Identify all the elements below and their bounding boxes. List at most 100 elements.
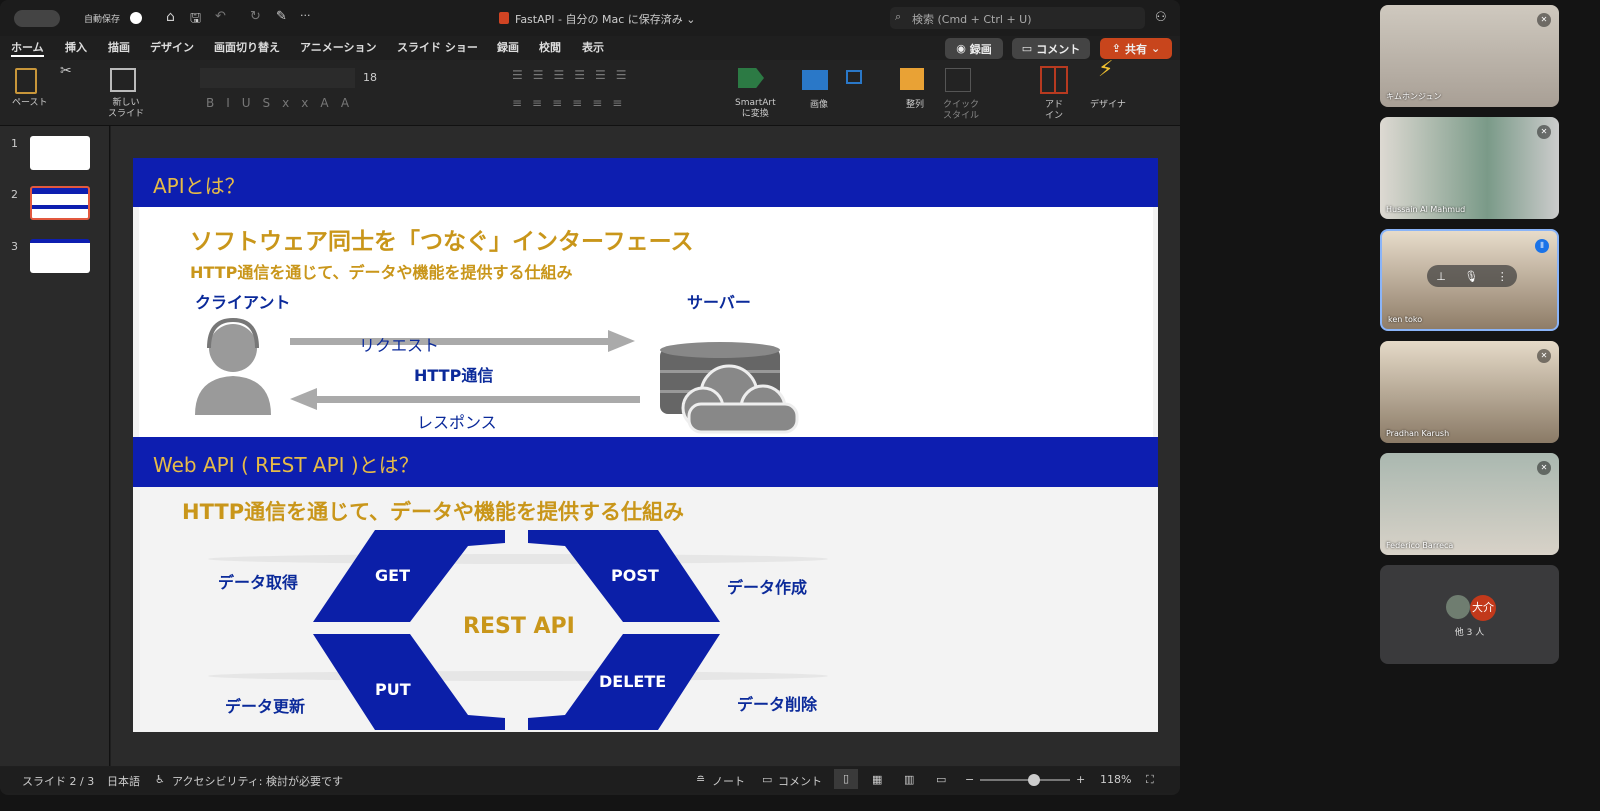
accessibility-icon: ♿ xyxy=(155,773,165,786)
response-label: レスポンス xyxy=(417,413,497,432)
tab-slideshow[interactable]: スライド ショー xyxy=(397,39,478,55)
people-icon[interactable]: ⚇ xyxy=(1155,10,1167,25)
save-icon[interactable]: 🖫 xyxy=(190,9,201,31)
get-description: データ取得 xyxy=(218,573,299,592)
slideshow-button[interactable]: ▭ xyxy=(936,773,946,786)
mic-icon[interactable]: 🎙 xyxy=(1464,270,1478,283)
arrange-label: 整列 xyxy=(906,100,925,110)
normal-view-button[interactable]: ▯ xyxy=(834,769,858,789)
sorter-view-button[interactable]: ▦ xyxy=(872,773,882,786)
format-buttons[interactable]: BIUSxxAA xyxy=(206,97,486,109)
ribbon: ペースト ✂ 新しい スライド 18 BIUSxxAA ☰☰☰☰☰☰ ≡≡≡≡≡… xyxy=(0,59,1180,126)
tab-transitions[interactable]: 画面切り替え xyxy=(214,39,280,55)
comment-button[interactable]: ▭ コメント xyxy=(1012,38,1090,59)
comment-icon: ▭ xyxy=(762,773,773,786)
participant-tile[interactable]: Federico Barreca ✕ xyxy=(1380,453,1559,555)
image-icon[interactable] xyxy=(802,70,828,90)
tab-animations[interactable]: アニメーション xyxy=(300,39,377,55)
more-icon[interactable]: ··· xyxy=(300,9,311,22)
autosave-label: 自動保存 xyxy=(84,15,121,25)
others-tile[interactable]: 大介 他 3 人 xyxy=(1380,565,1559,664)
tab-view[interactable]: 表示 xyxy=(582,39,604,55)
smartart-label[interactable]: SmartArt に変換 xyxy=(735,98,776,120)
designer-icon[interactable]: ⚡ xyxy=(1098,59,1113,81)
zoom-slider-handle[interactable] xyxy=(1028,774,1040,786)
new-slide-icon[interactable] xyxy=(110,68,136,92)
avatar xyxy=(1446,595,1470,619)
notes-icon: ≘ xyxy=(696,773,706,786)
record-button[interactable]: ◉ 録画 xyxy=(945,38,1003,59)
comment-label: コメント xyxy=(1036,42,1081,56)
status-bar: スライド 2 / 3 日本語 ♿ アクセシビリティ: 検討が必要です ≘ ノート… xyxy=(0,767,1180,793)
autosave-toggle[interactable] xyxy=(130,12,142,24)
paragraph-buttons[interactable]: ☰☰☰☰☰☰ xyxy=(512,69,732,81)
request-arrow xyxy=(290,330,635,352)
participant-tile[interactable]: ken toko ⦀ ⊥ 🎙 ⋮ xyxy=(1380,229,1559,331)
ribbon-tabs: ホーム 挿入 描画 デザイン 画面切り替え アニメーション スライド ショー 録… xyxy=(0,36,1180,59)
mic-off-icon: ✕ xyxy=(1537,461,1551,475)
reading-view-button[interactable]: ▥ xyxy=(904,773,914,786)
notes-button[interactable]: ノート xyxy=(712,773,745,789)
accessibility-status[interactable]: アクセシビリティ: 検討が必要です xyxy=(172,773,343,789)
tab-home[interactable]: ホーム xyxy=(11,39,44,57)
post-description: データ作成 xyxy=(727,578,808,597)
search-input[interactable]: ⌕ 検索 (Cmd + Ctrl + U) xyxy=(890,7,1145,29)
slide-thumbnail-3[interactable] xyxy=(30,239,90,273)
mic-off-icon: ✕ xyxy=(1537,13,1551,27)
zoom-level[interactable]: 118% xyxy=(1100,773,1131,786)
document-title[interactable]: FastAPI - 自分の Mac に保存済み ⌄ xyxy=(515,11,695,27)
tab-review[interactable]: 校閲 xyxy=(539,39,561,55)
speaking-icon: ⦀ xyxy=(1535,239,1549,253)
zoom-out-button[interactable]: − xyxy=(965,773,974,786)
slide[interactable]: APIとは？ ソフトウェア同士を「つなぐ」インターフェース HTTP通信を通じて… xyxy=(133,158,1158,732)
font-name-select[interactable] xyxy=(200,68,355,88)
font-size-select[interactable]: 18 xyxy=(363,72,377,83)
pin-icon[interactable]: ⊥ xyxy=(1436,270,1446,283)
delete-label: DELETE xyxy=(599,672,667,691)
post-label: POST xyxy=(611,566,659,585)
slide-thumbnail-1[interactable] xyxy=(30,136,90,170)
language[interactable]: 日本語 xyxy=(107,773,140,789)
participant-name: キムホンジュン xyxy=(1386,92,1442,101)
quick-style-icon[interactable] xyxy=(945,68,971,92)
thumb-number: 3 xyxy=(11,240,18,253)
redo-icon[interactable]: ↻ xyxy=(250,9,261,24)
comments-button[interactable]: コメント xyxy=(778,773,822,789)
get-label: GET xyxy=(375,566,410,585)
more-options-icon[interactable]: ⋮ xyxy=(1497,270,1508,283)
zoom-in-button[interactable]: + xyxy=(1076,773,1085,786)
tab-design[interactable]: デザイン xyxy=(150,39,194,55)
zoom-slider[interactable] xyxy=(980,774,1070,786)
share-button[interactable]: ⇪ 共有 ⌄ xyxy=(1100,38,1172,59)
participant-tile[interactable]: Hussain Al Mahmud ✕ xyxy=(1380,117,1559,219)
description: HTTP通信を通じて、データや機能を提供する仕組み xyxy=(182,500,685,524)
mic-off-icon: ✕ xyxy=(1537,125,1551,139)
put-label: PUT xyxy=(375,680,411,699)
fit-slide-button[interactable]: ⛶ xyxy=(1146,773,1154,787)
tab-record[interactable]: 録画 xyxy=(497,39,519,55)
slide-counter: スライド 2 / 3 xyxy=(22,775,95,788)
arrange-icon[interactable] xyxy=(900,68,924,90)
slide-thumbnail-2[interactable] xyxy=(30,186,90,220)
designer-label: デザイナ xyxy=(1090,100,1126,110)
paste-icon[interactable] xyxy=(15,68,37,94)
edit-icon[interactable]: ✎ xyxy=(276,9,287,24)
home-icon[interactable]: ⌂ xyxy=(166,9,175,25)
participant-tile[interactable]: Pradhan Karush ✕ xyxy=(1380,341,1559,443)
sidebar-toggle-button[interactable] xyxy=(14,10,60,27)
thumb-number: 1 xyxy=(11,137,18,150)
tab-draw[interactable]: 描画 xyxy=(108,39,130,55)
smartart-icon[interactable] xyxy=(738,68,764,88)
quick-style-label: クイック スタイル xyxy=(943,100,980,121)
delete-description: データ削除 xyxy=(737,695,818,714)
align-buttons[interactable]: ≡≡≡≡≡≡ xyxy=(512,97,732,109)
participant-tile[interactable]: キムホンジュン ✕ xyxy=(1380,5,1559,107)
section-title: Web API ( REST API )とは？ xyxy=(153,453,419,477)
undo-icon[interactable]: ↶ xyxy=(215,9,226,24)
rest-api-label: REST API xyxy=(463,614,575,639)
tab-insert[interactable]: 挿入 xyxy=(65,39,87,55)
addins-icon[interactable] xyxy=(1040,66,1068,94)
cut-icon[interactable]: ✂ xyxy=(60,64,72,78)
shapes-icon[interactable] xyxy=(846,70,862,84)
new-slide-label[interactable]: 新しい スライド xyxy=(108,98,144,120)
